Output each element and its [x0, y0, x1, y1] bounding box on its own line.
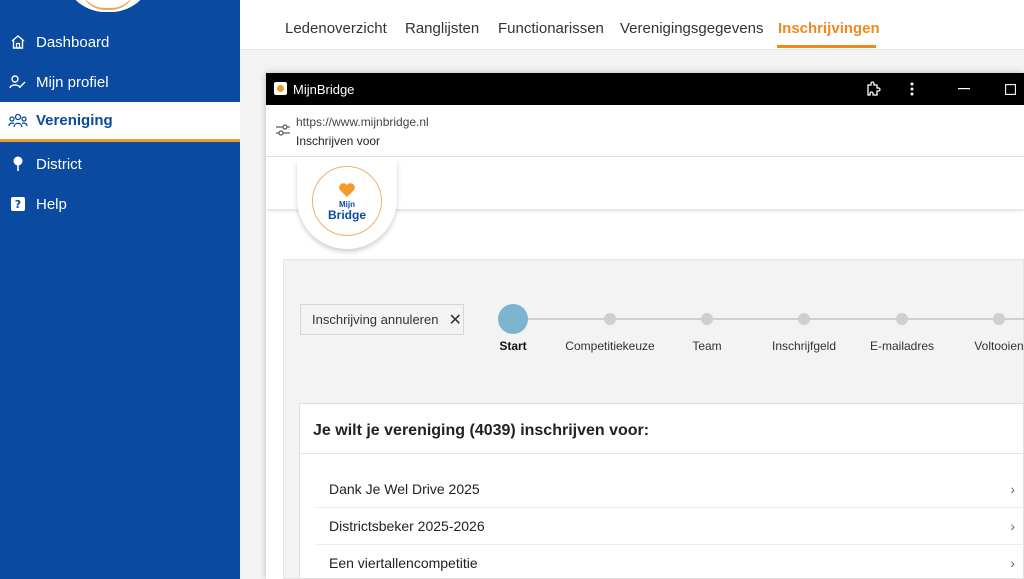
sidebar-item-mijn-profiel[interactable]: Mijn profiel	[0, 62, 240, 102]
tab-ranglijsten[interactable]: Ranglijsten	[405, 20, 479, 37]
sidebar-logo[interactable]	[63, 0, 153, 12]
home-icon	[0, 34, 36, 50]
step-dot-start	[498, 304, 528, 334]
page-title: Inschrijven voor	[296, 134, 381, 148]
sidebar-item-label: Dashboard	[36, 33, 110, 51]
list-item-dank-je-wel-drive[interactable]: Dank Je Wel Drive 2025 ›	[316, 471, 1024, 508]
user-edit-icon	[0, 74, 36, 90]
cancel-label: Inschrijving annuleren	[312, 312, 439, 327]
extensions-icon[interactable]	[862, 79, 884, 99]
step-dot-e-mailadres	[896, 313, 908, 325]
address-bar: https://www.mijnbridge.nl Inschrijven vo…	[266, 105, 1024, 157]
step-label-voltooien: Voltooien	[974, 339, 1024, 353]
group-icon	[0, 113, 36, 129]
sidebar-item-district[interactable]: District	[0, 144, 240, 184]
list-item-label: Dank Je Wel Drive 2025	[329, 481, 480, 497]
close-icon: ✕	[448, 311, 462, 329]
app-icon	[274, 82, 287, 95]
step-label-inschrijfgeld: Inschrijfgeld	[771, 339, 837, 353]
divider	[300, 453, 1024, 454]
minimize-icon[interactable]	[954, 79, 974, 99]
browser-window: MijnBridge https://www.mijnbridge.nl Ins…	[266, 73, 1024, 579]
sidebar-item-label: District	[36, 155, 82, 173]
pin-icon	[0, 156, 36, 172]
maximize-icon[interactable]	[1000, 79, 1020, 99]
more-options-icon[interactable]	[902, 79, 922, 99]
tab-verenigingsgegevens[interactable]: Verenigingsgegevens	[620, 20, 763, 37]
heart-icon	[339, 182, 355, 197]
list-item-label: Een viertallencompetitie	[329, 555, 478, 571]
competition-list: Je wilt je vereniging (4039) inschrijven…	[299, 403, 1024, 579]
list-item-districtsbeker[interactable]: Districtsbeker 2025-2026 ›	[316, 508, 1024, 545]
sidebar-item-help[interactable]: ? Help	[0, 184, 240, 224]
sidebar-item-label: Mijn profiel	[36, 73, 109, 91]
active-tab-indicator	[777, 45, 876, 48]
list-item-label: Districtsbeker 2025-2026	[329, 518, 485, 534]
url-text[interactable]: https://www.mijnbridge.nl	[296, 115, 429, 129]
stepper-track	[512, 318, 1024, 320]
step-label-start: Start	[499, 339, 527, 353]
tab-inschrijvingen[interactable]: Inschrijvingen	[778, 20, 880, 37]
sidebar-item-label: Vereniging	[36, 112, 113, 129]
step-dot-voltooien	[993, 313, 1005, 325]
chevron-right-icon: ›	[1010, 555, 1015, 571]
sidebar-item-dashboard[interactable]: Dashboard	[0, 22, 240, 62]
window-title: MijnBridge	[293, 82, 355, 97]
svg-text:?: ?	[15, 198, 21, 211]
help-icon: ?	[0, 197, 36, 211]
logo-text-bridge: Bridge	[327, 207, 366, 222]
mijnbridge-logo[interactable]: Mijn Bridge	[312, 166, 382, 236]
chevron-right-icon: ›	[1010, 481, 1015, 497]
step-label-competitiekeuze: Competitiekeuze	[565, 339, 655, 353]
tab-functionarissen[interactable]: Functionarissen	[498, 20, 604, 37]
step-dot-competitiekeuze	[604, 313, 616, 325]
window-titlebar: MijnBridge	[266, 73, 1024, 105]
sidebar-item-vereniging[interactable]: Vereniging	[0, 102, 240, 142]
chevron-right-icon: ›	[1010, 518, 1015, 534]
top-tabs: Ledenoverzicht Ranglijsten Functionariss…	[240, 0, 1024, 50]
sidebar-item-label: Help	[36, 195, 67, 213]
site-settings-icon[interactable]	[276, 123, 290, 141]
list-item-viertallencompetitie[interactable]: Een viertallencompetitie ›	[316, 545, 1024, 579]
step-label-e-mailadres: E-mailadres	[869, 339, 935, 353]
cancel-registration-button[interactable]: Inschrijving annuleren ✕	[300, 304, 464, 335]
step-dot-inschrijfgeld	[798, 313, 810, 325]
step-label-team: Team	[692, 339, 722, 353]
sidebar: Dashboard Mijn profiel Vereniging Distri…	[0, 0, 240, 579]
step-dot-team	[701, 313, 713, 325]
list-title: Je wilt je vereniging (4039) inschrijven…	[313, 422, 650, 439]
tab-ledenoverzicht[interactable]: Ledenoverzicht	[285, 20, 387, 37]
